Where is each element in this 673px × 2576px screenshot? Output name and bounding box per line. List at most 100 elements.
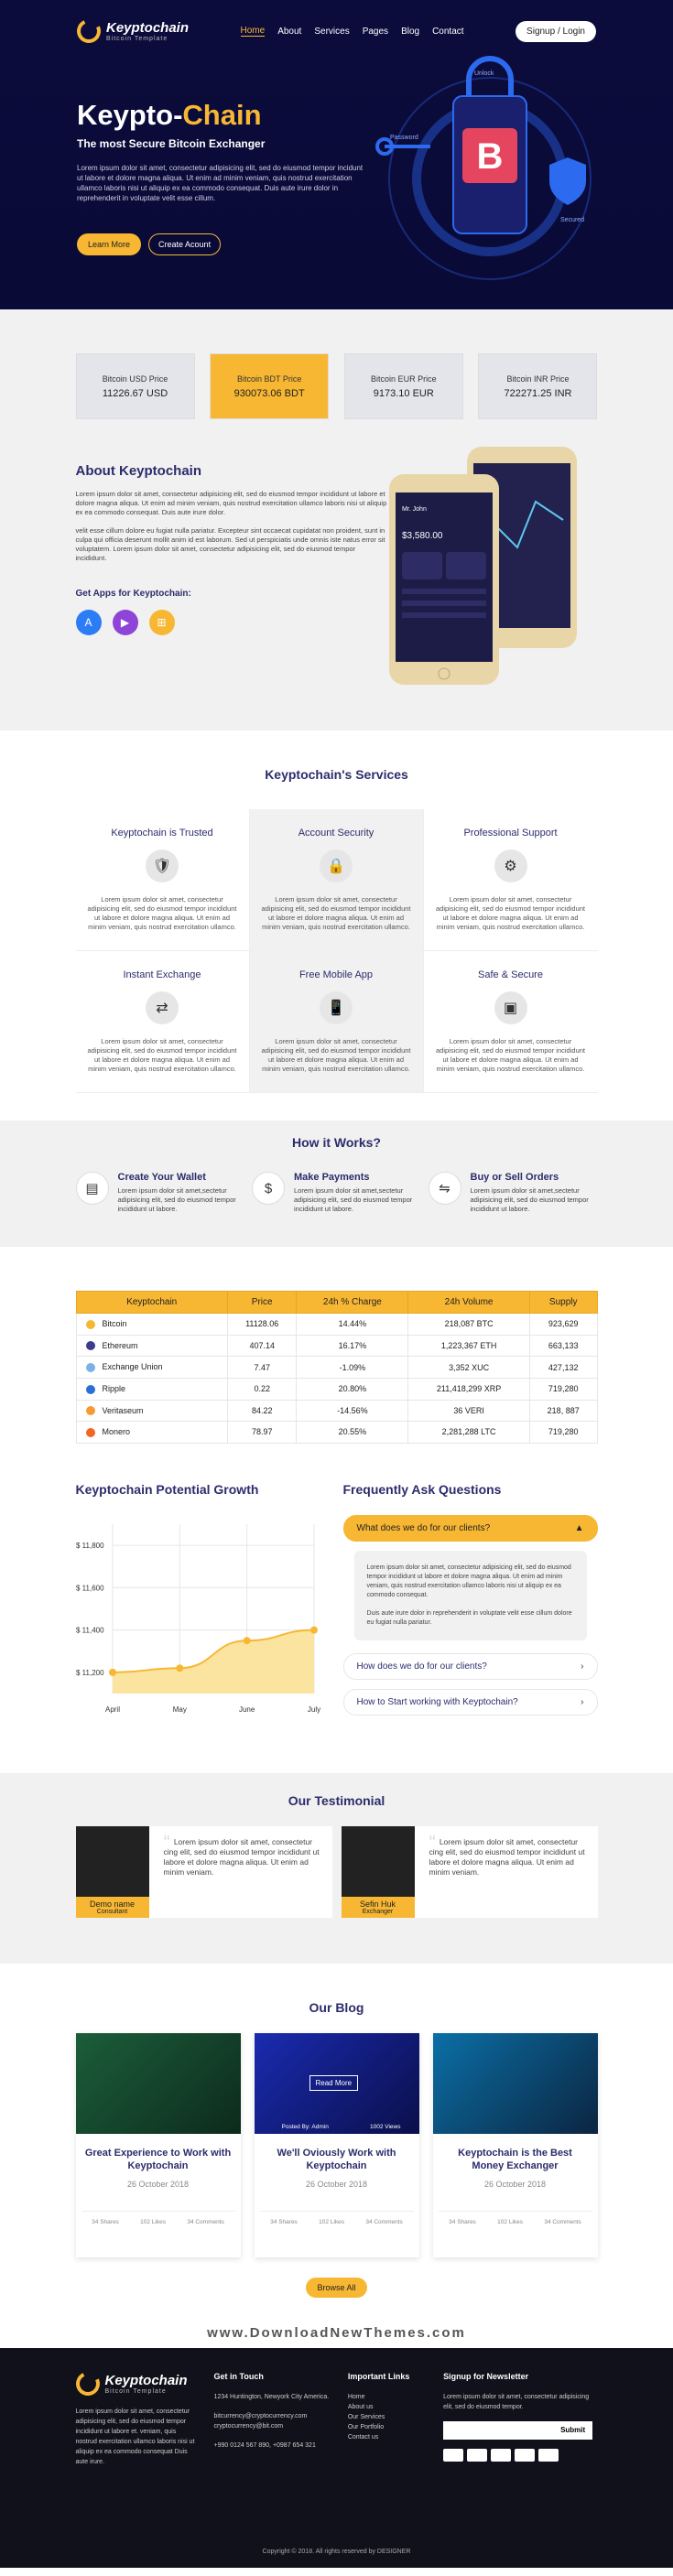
blog-card[interactable]: Keyptochain is the Best Money Exchanger 2… <box>432 2032 598 2257</box>
footer-link-services[interactable]: Our Services <box>348 2412 425 2422</box>
footer-email[interactable]: bitcurrency@cryptocurrency.com cryptocur… <box>214 2411 330 2431</box>
likes-count: 102 Likes <box>319 2218 344 2225</box>
chart-point[interactable] <box>175 1664 183 1672</box>
blog-image[interactable] <box>432 2032 598 2134</box>
browse-all-button[interactable]: Browse All <box>306 2277 367 2298</box>
service-title: Instant Exchange <box>123 969 201 980</box>
create-account-button[interactable]: Create Acount <box>148 233 222 255</box>
price-label: Bitcoin BDT Price <box>236 373 302 384</box>
hero-subtitle: The most Secure Bitcoin Exchanger <box>77 137 266 150</box>
chart-point[interactable] <box>309 1626 318 1634</box>
signup-login-button[interactable]: Signup / Login <box>516 20 596 42</box>
newsletter-submit-button[interactable]: Submit <box>553 2420 593 2440</box>
price-value: 9173.10 EUR <box>373 387 434 399</box>
price-value: 930073.06 BDT <box>233 387 305 399</box>
testimonial-card: Demo name Consultant “Lorem ipsum dolor si… <box>75 1825 332 1918</box>
blog-post-title[interactable]: Great Experience to Work with Keyptochai… <box>76 2134 241 2180</box>
footer-link-contact[interactable]: Contact us <box>348 2432 425 2442</box>
visa-icon <box>443 2448 464 2462</box>
table-header[interactable]: 24h % Charge <box>296 1291 409 1314</box>
table-row[interactable]: Monero 78.97 20.55% 2,281,288 LTC 719,280 <box>75 1421 598 1444</box>
step-title: Make Payments <box>294 1172 370 1183</box>
svg-text:B: B <box>477 136 504 177</box>
blog-post-title[interactable]: We'll Oviously Work with Keyptochain <box>255 2134 419 2180</box>
table-row[interactable]: Veritaseum 84.22 -14.56% 36 VERI 218, 887 <box>75 1399 598 1423</box>
blog-image[interactable]: Read More Posted By: Admin 1002 Views <box>254 2032 419 2134</box>
price-ticker-section: Bitcoin USD Price 11226.67 USD Bitcoin BDT… <box>0 309 673 456</box>
service-card: Instant Exchange ⇄ Lorem ipsum dolor sit a… <box>75 951 250 1093</box>
chart-point[interactable] <box>108 1668 116 1676</box>
avatar: Demo name Consultant <box>75 1825 149 1918</box>
coin-icon <box>85 1406 95 1416</box>
read-more-link[interactable]: Read More <box>309 2074 359 2091</box>
volume-cell: 3,352 XUC <box>407 1356 530 1379</box>
windows-store-icon[interactable]: ⊞ <box>148 610 175 635</box>
table-row[interactable]: Exchange Union 7.47 -1.09% 3,352 XUC 427,132 <box>75 1356 598 1379</box>
faq-question-2[interactable]: How does we do for our clients? › <box>342 1652 598 1680</box>
table-header[interactable]: 24h Volume <box>407 1291 530 1314</box>
google-play-icon[interactable]: ▶ <box>112 610 138 635</box>
app-store-icon[interactable]: A <box>75 610 102 635</box>
table-row[interactable]: Ethereum 407.14 16.17% 1,223,367 ETH 663,133 <box>75 1334 598 1358</box>
footer-address: 1234 Huntington, Newyork City America. <box>213 2393 330 2400</box>
chevron-down-icon: › <box>581 1661 584 1672</box>
service-title: Keyptochain is Trusted <box>111 828 213 839</box>
payment-methods <box>443 2448 597 2462</box>
nav-blog[interactable]: Blog <box>401 27 419 37</box>
change-cell: 14.44% <box>296 1313 409 1336</box>
price-label: Bitcoin USD Price <box>102 373 168 384</box>
x-tick-label: June <box>238 1705 255 1714</box>
learn-more-button[interactable]: Learn More <box>77 233 142 255</box>
logo[interactable]: Keyptochain Bitcoin Template <box>73 16 189 47</box>
blog-image[interactable] <box>75 2032 241 2134</box>
how-title: How it Works? <box>292 1135 381 1150</box>
footer-phone: +990 0124 567 890, +0987 654 321 <box>213 2441 316 2449</box>
nav-services[interactable]: Services <box>314 27 349 37</box>
testimonial-title: Our Testimonial <box>288 1792 385 1808</box>
svg-text:Password: Password <box>390 135 418 141</box>
faq-question-3[interactable]: How to Start working with Keyptochain? › <box>342 1688 598 1716</box>
table-row[interactable]: Ripple 0.22 20.80% 211,418,299 XRP 719,280 <box>75 1377 598 1401</box>
blog-card[interactable]: Read More Posted By: Admin 1002 Views We'll… <box>254 2032 419 2257</box>
nav-about[interactable]: About <box>277 27 301 37</box>
step-title: Buy or Sell Orders <box>470 1172 559 1183</box>
mobile-app-mockup: Mr. John $3,580.00 <box>389 447 577 685</box>
coin-cell: Bitcoin <box>75 1313 228 1336</box>
table-header[interactable]: Supply <box>528 1291 598 1314</box>
blog-card[interactable]: Great Experience to Work with Keyptochai… <box>75 2032 241 2257</box>
newsletter-email-input[interactable] <box>443 2420 554 2440</box>
nav-pages[interactable]: Pages <box>363 27 388 37</box>
hero-bitcoin-lock-illustration: B Password Unlock Secured <box>375 56 592 280</box>
footer-link-portfolio[interactable]: Our Portfolio <box>348 2422 425 2432</box>
volume-cell: 1,223,367 ETH <box>407 1334 530 1358</box>
testimonial-role: Exchanger <box>362 1908 394 1915</box>
service-text: Lorem ipsum dolor sit amet, consectetur … <box>261 895 411 931</box>
supply-cell: 218, 887 <box>528 1399 598 1423</box>
blog-post-title[interactable]: Keyptochain is the Best Money Exchanger <box>433 2134 598 2180</box>
service-card: Keyptochain is Trusted 🛡 Lorem ipsum dolor… <box>75 809 250 951</box>
coin-icon <box>85 1319 95 1329</box>
nav-contact[interactable]: Contact <box>432 27 463 37</box>
testimonial-name: Demo name <box>89 1899 136 1909</box>
footer-logo[interactable]: Keyptochain Bitcoin Template <box>71 2368 196 2399</box>
change-cell: 20.80% <box>296 1377 409 1401</box>
table-row[interactable]: Bitcoin 11128.06 14.44% 218,087 BTC 923,629 <box>75 1313 598 1336</box>
faq-question-1[interactable]: What does we do for our clients? ▲ <box>342 1514 598 1542</box>
growth-chart: $ 11,800 $ 11,600 $ 11,400 $ 11,200 April May… <box>76 1523 320 1714</box>
watermark-text: www.DownloadNewThemes.com <box>0 2315 673 2348</box>
likes-count: 102 Likes <box>140 2218 166 2225</box>
support-icon: ⚙ <box>494 850 527 882</box>
market-table-section: Keyptochain Price 24h % Charge 24h Volume Su… <box>0 1247 673 1471</box>
footer-link-about[interactable]: About us <box>348 2402 425 2412</box>
table-header[interactable]: Keyptochain <box>75 1291 228 1314</box>
supply-cell: 719,280 <box>528 1377 598 1401</box>
footer-link-home[interactable]: Home <box>348 2392 425 2402</box>
how-step: ⇋ Buy or Sell Orders Lorem ipsum dolor sit… <box>428 1172 598 1214</box>
lock-icon: 🔒 <box>320 850 353 882</box>
chart-point[interactable] <box>243 1636 251 1644</box>
nav-home[interactable]: Home <box>240 26 266 37</box>
volume-cell: 211,418,299 XRP <box>407 1377 530 1401</box>
blog-date: 26 October 2018 <box>483 2179 547 2189</box>
table-header[interactable]: Price <box>226 1291 298 1314</box>
shield-icon: 🛡 <box>146 850 179 882</box>
